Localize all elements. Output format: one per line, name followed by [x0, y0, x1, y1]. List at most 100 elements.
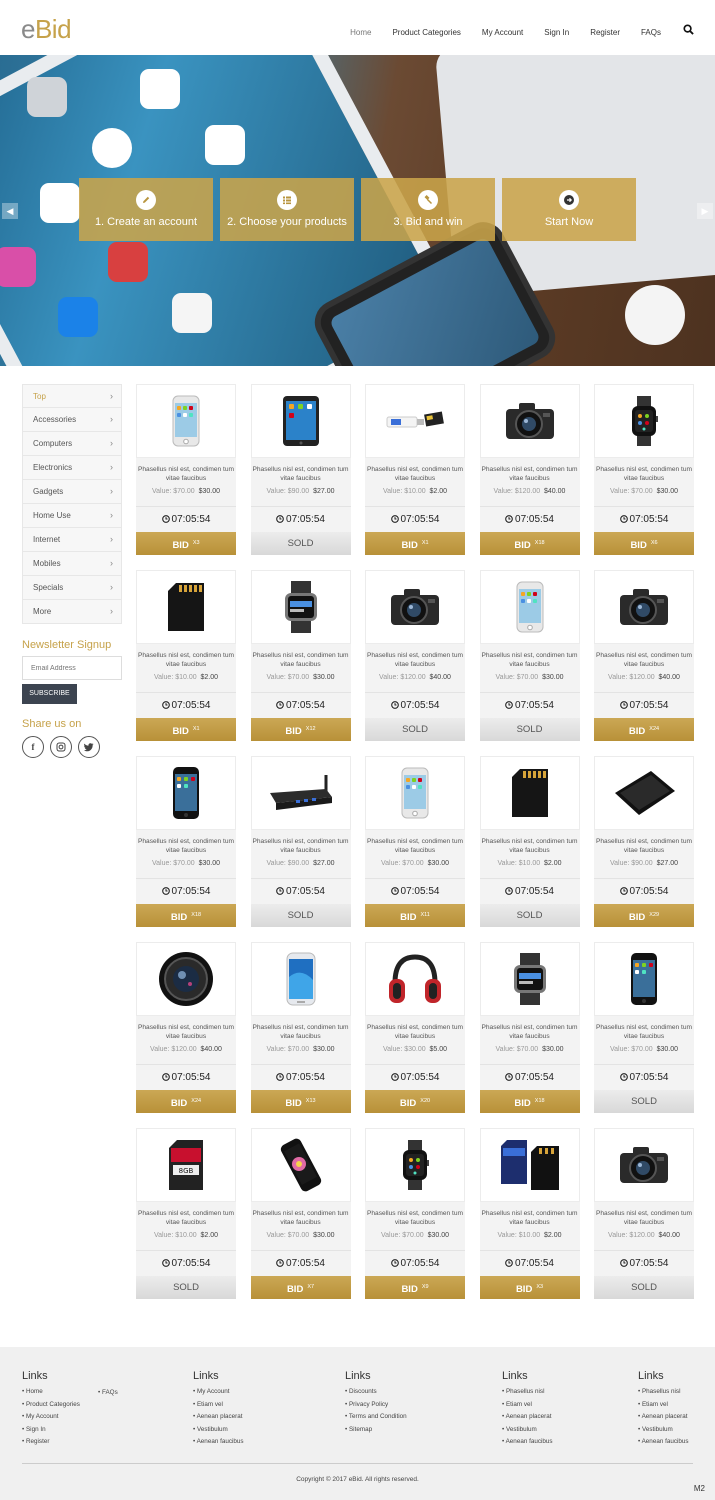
product-card[interactable]: Phasellus nisl est, condimen tum vitae f…	[250, 570, 351, 742]
footer-link[interactable]: Sitemap	[345, 1426, 407, 1439]
footer-link[interactable]: Aenean faucibus	[502, 1438, 553, 1451]
product-image[interactable]	[136, 756, 236, 830]
product-card[interactable]: Phasellus nisl est, condimen tum vitae f…	[594, 942, 694, 1114]
footer-link-home[interactable]: Home	[22, 1388, 80, 1401]
logo[interactable]: eBid	[21, 14, 72, 45]
product-image[interactable]	[250, 756, 351, 830]
footer-link[interactable]: Aenean placerat	[502, 1413, 553, 1426]
product-image[interactable]	[250, 570, 351, 644]
footer-link[interactable]: Aenean placerat	[193, 1413, 244, 1426]
product-card[interactable]: Phasellus nisl est, condimen tum vitae f…	[365, 942, 465, 1114]
category-more[interactable]: More ›	[22, 600, 122, 624]
footer-link-register[interactable]: Register	[22, 1438, 80, 1451]
footer-link[interactable]: Discounts	[345, 1388, 407, 1401]
bid-button[interactable]: BID X18	[479, 1090, 580, 1113]
product-image[interactable]	[136, 570, 236, 644]
product-image[interactable]	[365, 756, 465, 830]
category-mobiles[interactable]: Mobiles ›	[22, 552, 122, 576]
footer-link[interactable]: Vestibulum	[638, 1426, 689, 1439]
product-card[interactable]: Phasellus nisl est, condimen tum vitae f…	[136, 756, 236, 928]
footer-link-my-account[interactable]: My Account	[22, 1413, 80, 1426]
product-card[interactable]: 8GB Phasellus nisl est, condimen tum vita…	[136, 1128, 236, 1300]
footer-link[interactable]: Vestibulum	[193, 1426, 244, 1439]
product-image[interactable]	[479, 570, 580, 644]
category-internet[interactable]: Internet ›	[22, 528, 122, 552]
bid-button[interactable]: BID X1	[136, 718, 236, 741]
product-card[interactable]: Phasellus nisl est, condimen tum vitae f…	[250, 756, 351, 928]
category-accessories[interactable]: Accessories ›	[22, 408, 122, 432]
product-card[interactable]: Phasellus nisl est, condimen tum vitae f…	[136, 570, 236, 742]
step-create-account[interactable]: 1. Create an account	[79, 178, 213, 241]
product-card[interactable]: Phasellus nisl est, condimen tum vitae f…	[365, 1128, 465, 1300]
bid-button[interactable]: BID X18	[479, 532, 580, 555]
footer-link[interactable]: My Account	[193, 1388, 244, 1401]
category-home-use[interactable]: Home Use ›	[22, 504, 122, 528]
footer-link-faqs[interactable]: FAQs	[98, 1389, 118, 1402]
product-card[interactable]: Phasellus nisl est, condimen tum vitae f…	[365, 756, 465, 928]
product-card[interactable]: Phasellus nisl est, condimen tum vitae f…	[365, 384, 465, 556]
nav-sign-in[interactable]: Sign In	[544, 28, 569, 37]
category-top[interactable]: Top ›	[22, 384, 122, 408]
product-card[interactable]: Phasellus nisl est, condimen tum vitae f…	[479, 1128, 580, 1300]
product-image[interactable]	[250, 942, 351, 1016]
product-image[interactable]	[479, 1128, 580, 1202]
product-image[interactable]	[365, 384, 465, 458]
product-image[interactable]	[594, 384, 694, 458]
bid-button[interactable]: BID X13	[250, 1090, 351, 1113]
product-card[interactable]: Phasellus nisl est, condimen tum vitae f…	[136, 384, 236, 556]
footer-link[interactable]: Phasellus nisl	[502, 1388, 553, 1401]
footer-link[interactable]: Etiam vel	[193, 1401, 244, 1414]
bid-button[interactable]: BID X3	[479, 1276, 580, 1299]
footer-link[interactable]: Etiam vel	[502, 1401, 553, 1414]
search-icon[interactable]	[683, 24, 695, 38]
product-image[interactable]	[250, 384, 351, 458]
instagram-icon[interactable]	[50, 736, 72, 758]
category-specials[interactable]: Specials ›	[22, 576, 122, 600]
subscribe-button[interactable]: SUBSCRIBE	[22, 684, 77, 704]
twitter-icon[interactable]	[78, 736, 100, 758]
bid-button[interactable]: BID X20	[365, 1090, 465, 1113]
product-image[interactable]	[594, 942, 694, 1016]
bid-button[interactable]: BID X24	[136, 1090, 236, 1113]
product-image[interactable]	[365, 1128, 465, 1202]
footer-link[interactable]: Aenean placerat	[638, 1413, 689, 1426]
category-electronics[interactable]: Electronics ›	[22, 456, 122, 480]
nav-faqs[interactable]: FAQs	[641, 28, 661, 37]
bid-button[interactable]: BID X9	[365, 1276, 465, 1299]
product-card[interactable]: Phasellus nisl est, condimen tum vitae f…	[250, 384, 351, 556]
product-card[interactable]: Phasellus nisl est, condimen tum vitae f…	[479, 570, 580, 742]
product-card[interactable]: Phasellus nisl est, condimen tum vitae f…	[594, 570, 694, 742]
slider-next-arrow-icon[interactable]: ▶	[697, 203, 713, 219]
footer-link[interactable]: Aenean faucibus	[193, 1438, 244, 1451]
product-card[interactable]: Phasellus nisl est, condimen tum vitae f…	[136, 942, 236, 1114]
bid-button[interactable]: BID X7	[250, 1276, 351, 1299]
email-field[interactable]	[22, 656, 122, 680]
product-image[interactable]	[479, 756, 580, 830]
product-card[interactable]: Phasellus nisl est, condimen tum vitae f…	[479, 384, 580, 556]
product-card[interactable]: Phasellus nisl est, condimen tum vitae f…	[594, 384, 694, 556]
product-image[interactable]	[594, 570, 694, 644]
facebook-icon[interactable]: f	[22, 736, 44, 758]
product-card[interactable]: Phasellus nisl est, condimen tum vitae f…	[365, 570, 465, 742]
footer-link[interactable]: Aenean faucibus	[638, 1438, 689, 1451]
product-card[interactable]: Phasellus nisl est, condimen tum vitae f…	[594, 1128, 694, 1300]
step-choose-products[interactable]: 2. Choose your products	[220, 178, 354, 241]
product-image[interactable]	[479, 942, 580, 1016]
step-bid-and-win[interactable]: 3. Bid and win	[361, 178, 495, 241]
product-image[interactable]	[594, 756, 694, 830]
product-image[interactable]	[479, 384, 580, 458]
step-start-now[interactable]: Start Now	[502, 178, 636, 241]
bid-button[interactable]: BID X18	[136, 904, 236, 927]
product-image[interactable]	[365, 942, 465, 1016]
product-image[interactable]	[136, 942, 236, 1016]
bid-button[interactable]: BID X12	[250, 718, 351, 741]
bid-button[interactable]: BID X1	[365, 532, 465, 555]
product-image[interactable]: 8GB	[136, 1128, 236, 1202]
product-card[interactable]: Phasellus nisl est, condimen tum vitae f…	[250, 942, 351, 1114]
nav-my-account[interactable]: My Account	[482, 28, 523, 37]
product-image[interactable]	[250, 1128, 351, 1202]
footer-link[interactable]: Terms and Condition	[345, 1413, 407, 1426]
footer-link-sign-in[interactable]: Sign In	[22, 1426, 80, 1439]
nav-home[interactable]: Home	[350, 28, 371, 37]
product-card[interactable]: Phasellus nisl est, condimen tum vitae f…	[250, 1128, 351, 1300]
